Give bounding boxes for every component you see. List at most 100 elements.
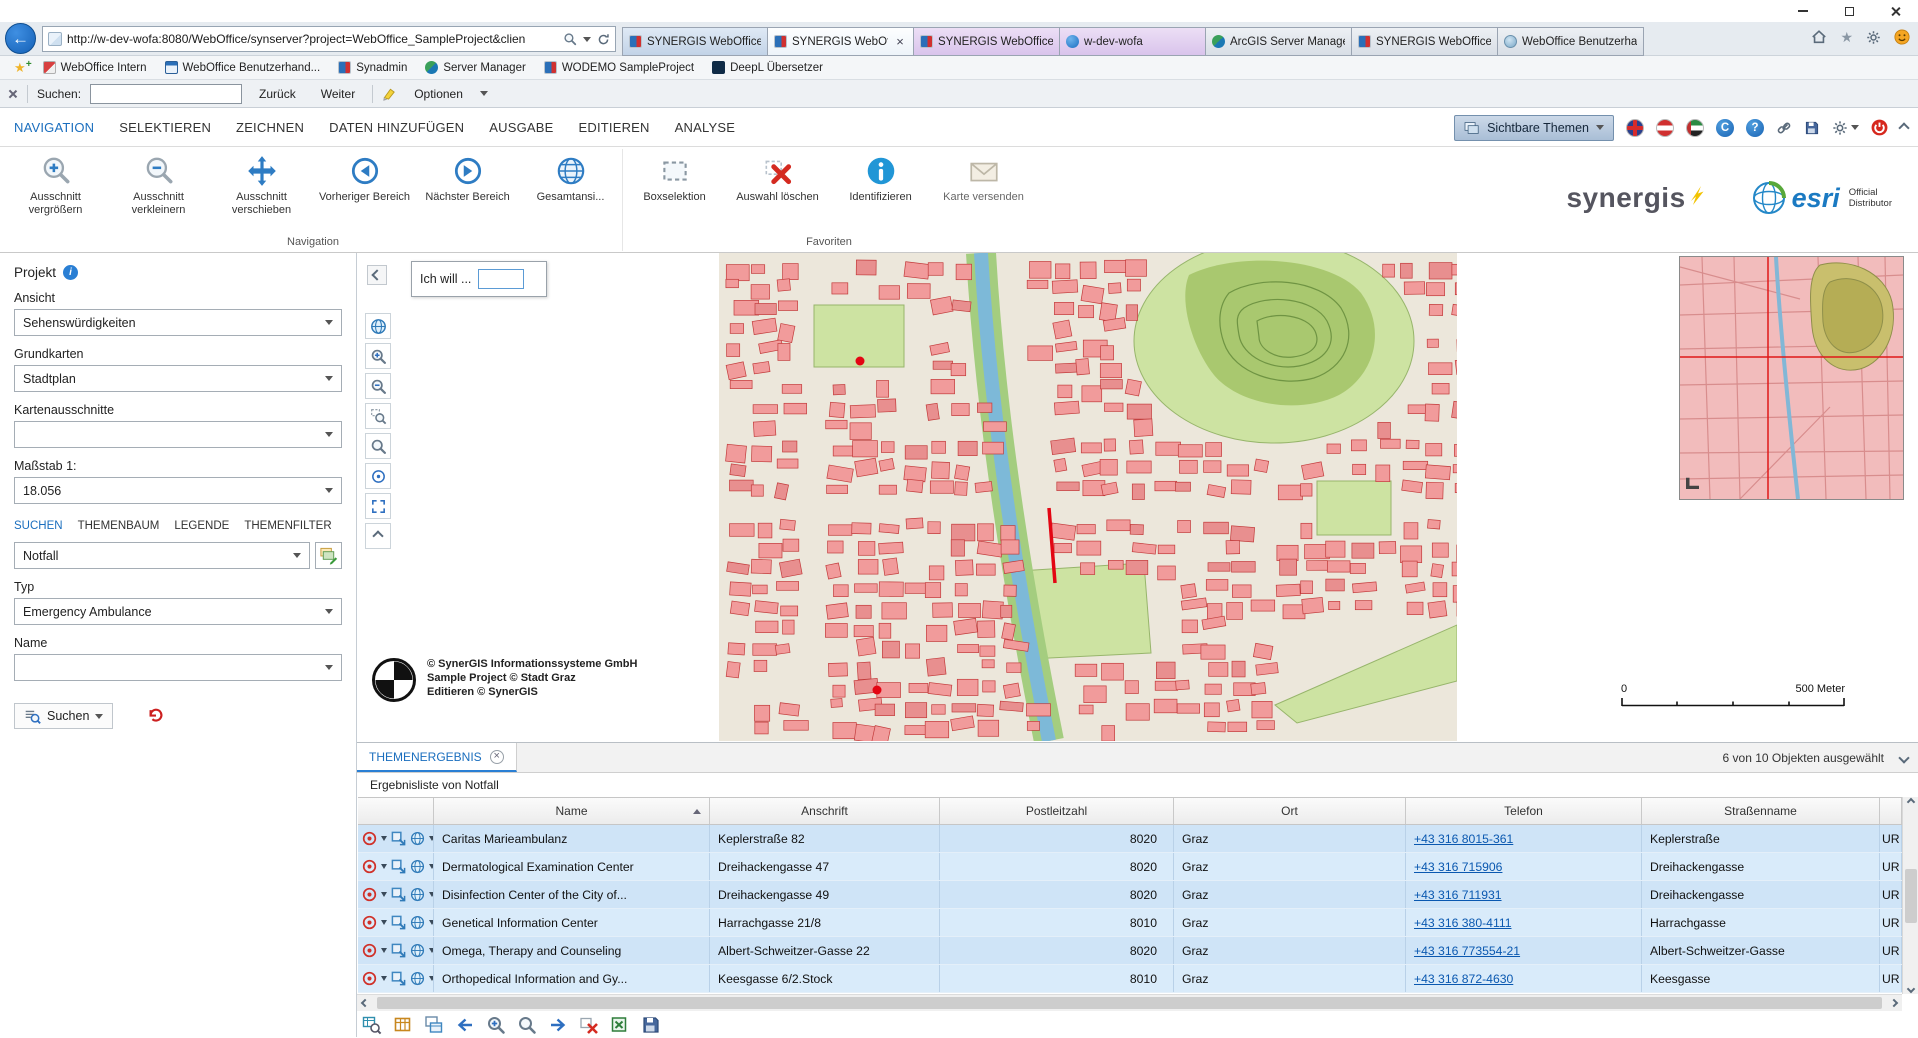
column-strassenname[interactable]: Straßenname <box>1642 798 1880 824</box>
scrollbar-thumb[interactable] <box>377 997 1882 1009</box>
massstab-select[interactable]: 18.056 <box>14 477 342 504</box>
center-map-button[interactable] <box>365 463 391 489</box>
map-canvas[interactable] <box>719 253 1457 741</box>
chevron-down-icon[interactable] <box>381 836 387 841</box>
globe-icon[interactable] <box>410 887 425 902</box>
sidebar-tab-themenbaum[interactable]: THEMENBAUM <box>78 520 160 532</box>
vertical-scrollbar[interactable] <box>1902 797 1918 994</box>
collapse-sidebar-button[interactable] <box>367 265 387 285</box>
reset-search-icon[interactable] <box>147 707 165 725</box>
browser-back-button[interactable] <box>5 23 36 54</box>
column-postleitzahl[interactable]: Postleitzahl <box>940 798 1174 824</box>
zoom-to-record-icon[interactable] <box>391 831 406 846</box>
find-input[interactable] <box>90 84 242 104</box>
next-page-button[interactable] <box>547 1014 569 1036</box>
add-favorite-icon[interactable]: ★ <box>6 60 34 76</box>
next-extent-tool[interactable]: Nächster Bereich <box>416 149 519 235</box>
name-select[interactable] <box>14 654 342 681</box>
globe-icon[interactable] <box>410 943 425 958</box>
zoom-to-selected-button[interactable] <box>516 1014 538 1036</box>
i-will-box[interactable]: Ich will ... <box>411 261 547 297</box>
save-result-button[interactable] <box>640 1014 662 1036</box>
tab-ausgabe[interactable]: AUSGABE <box>489 120 553 135</box>
previous-page-button[interactable] <box>454 1014 476 1036</box>
maximize-button[interactable] <box>1826 0 1872 22</box>
chevron-down-icon[interactable] <box>381 920 387 925</box>
browser-tab[interactable]: SYNERGIS WebOffice Ad... <box>622 27 768 56</box>
chevron-down-icon[interactable] <box>381 976 387 981</box>
suchthema-select[interactable]: Notfall <box>14 542 310 569</box>
chevron-down-icon[interactable] <box>381 864 387 869</box>
favorite-item[interactable]: Server Manager <box>416 56 534 79</box>
refresh-icon[interactable] <box>597 33 610 46</box>
browser-tab-active[interactable]: SYNERGIS WebOffice ... <box>768 27 914 56</box>
globe-icon[interactable] <box>410 859 425 874</box>
overview-map[interactable] <box>1679 256 1904 500</box>
sidebar-tab-themenfilter[interactable]: THEMENFILTER <box>244 520 331 532</box>
horizontal-scrollbar[interactable] <box>357 994 1902 1011</box>
telefon-link[interactable]: +43 316 773554-21 <box>1414 944 1520 958</box>
save-icon[interactable] <box>1804 120 1820 136</box>
column-url-partial[interactable] <box>1880 798 1902 824</box>
english-flag-icon[interactable] <box>1626 119 1644 137</box>
browser-tab[interactable]: SYNERGIS WebOffice W... <box>1352 27 1498 56</box>
highlight-target-icon[interactable] <box>362 943 377 958</box>
browser-tab[interactable]: w-dev-wofa <box>1060 27 1206 56</box>
clear-selection-tool[interactable]: Auswahl löschen <box>726 149 829 235</box>
collapse-results-icon[interactable] <box>1898 752 1909 763</box>
address-bar[interactable]: http://w-dev-wofa:8080/WebOffice/synserv… <box>42 26 616 52</box>
tab-daten-hinzufuegen[interactable]: DATEN HINZUFÜGEN <box>329 120 464 135</box>
scroll-down-icon[interactable] <box>1906 985 1914 993</box>
highlight-target-icon[interactable] <box>362 915 377 930</box>
favorite-item[interactable]: DeepL Übersetzer <box>703 56 832 79</box>
ansicht-select[interactable]: Sehenswürdigkeiten <box>14 309 342 336</box>
scrollbar-thumb[interactable] <box>1905 869 1917 923</box>
export-excel-button[interactable] <box>609 1014 631 1036</box>
zoom-window-button[interactable] <box>365 403 391 429</box>
tab-navigation[interactable]: NAVIGATION <box>14 120 94 135</box>
pan-tool[interactable]: Ausschnitt verschieben <box>210 149 313 235</box>
browser-tab[interactable]: WebOffice Benutzerhan... <box>1498 27 1644 56</box>
favorite-item[interactable]: WebOffice Benutzerhand... <box>156 56 330 79</box>
map-zoom-in-button[interactable] <box>365 343 391 369</box>
table-row[interactable]: Genetical Information Center Harrachgass… <box>358 909 1902 937</box>
table-row[interactable]: Dermatological Examination Center Dreiha… <box>358 853 1902 881</box>
close-button[interactable] <box>1872 0 1918 22</box>
find-back-button[interactable]: Zurück <box>251 85 304 103</box>
full-extent-tool[interactable]: Gesamtansi... <box>519 149 622 235</box>
zoom-to-record-icon[interactable] <box>391 915 406 930</box>
map-zoom-out-button[interactable] <box>365 373 391 399</box>
arabic-flag-icon[interactable] <box>1686 119 1704 137</box>
telefon-link[interactable]: +43 316 715906 <box>1414 860 1502 874</box>
column-anschrift[interactable]: Anschrift <box>710 798 940 824</box>
column-name[interactable]: Name <box>434 798 710 824</box>
scroll-left-icon[interactable] <box>357 995 373 1011</box>
sidebar-tab-suchen[interactable]: SUCHEN <box>14 520 63 532</box>
collapse-map-toolbar-button[interactable] <box>365 523 391 549</box>
scroll-right-icon[interactable] <box>1886 995 1902 1011</box>
find-options-button[interactable]: Optionen <box>406 85 471 103</box>
full-extent-button[interactable] <box>365 493 391 519</box>
tab-close-icon[interactable] <box>893 35 907 49</box>
chevron-down-icon[interactable] <box>583 37 591 42</box>
tab-zeichnen[interactable]: ZEICHNEN <box>236 120 304 135</box>
zoom-to-record-icon[interactable] <box>391 943 406 958</box>
favorite-item[interactable]: WODEMO SampleProject <box>535 56 703 79</box>
kartenausschnitte-select[interactable] <box>14 421 342 448</box>
zoom-to-record-icon[interactable] <box>391 859 406 874</box>
telefon-link[interactable]: +43 316 872-4630 <box>1414 972 1513 986</box>
collapse-ribbon-icon[interactable] <box>1898 122 1909 133</box>
visible-themes-button[interactable]: Sichtbare Themen <box>1454 115 1614 141</box>
tab-themenergebnis[interactable]: THEMENERGEBNIS <box>357 743 517 772</box>
table-row[interactable]: Caritas Marieambulanz Keplerstraße 82 80… <box>358 825 1902 853</box>
table-row[interactable]: Omega, Therapy and Counseling Albert-Sch… <box>358 937 1902 965</box>
info-icon[interactable] <box>63 265 78 280</box>
chevron-down-icon[interactable] <box>480 91 488 96</box>
chevron-down-icon[interactable] <box>381 948 387 953</box>
merge-tables-button[interactable] <box>423 1014 445 1036</box>
telefon-link[interactable]: +43 316 8015-361 <box>1414 832 1513 846</box>
i-will-input[interactable] <box>478 269 524 289</box>
remove-result-button[interactable] <box>578 1014 600 1036</box>
globe-icon[interactable] <box>410 915 425 930</box>
highlight-target-icon[interactable] <box>362 971 377 986</box>
